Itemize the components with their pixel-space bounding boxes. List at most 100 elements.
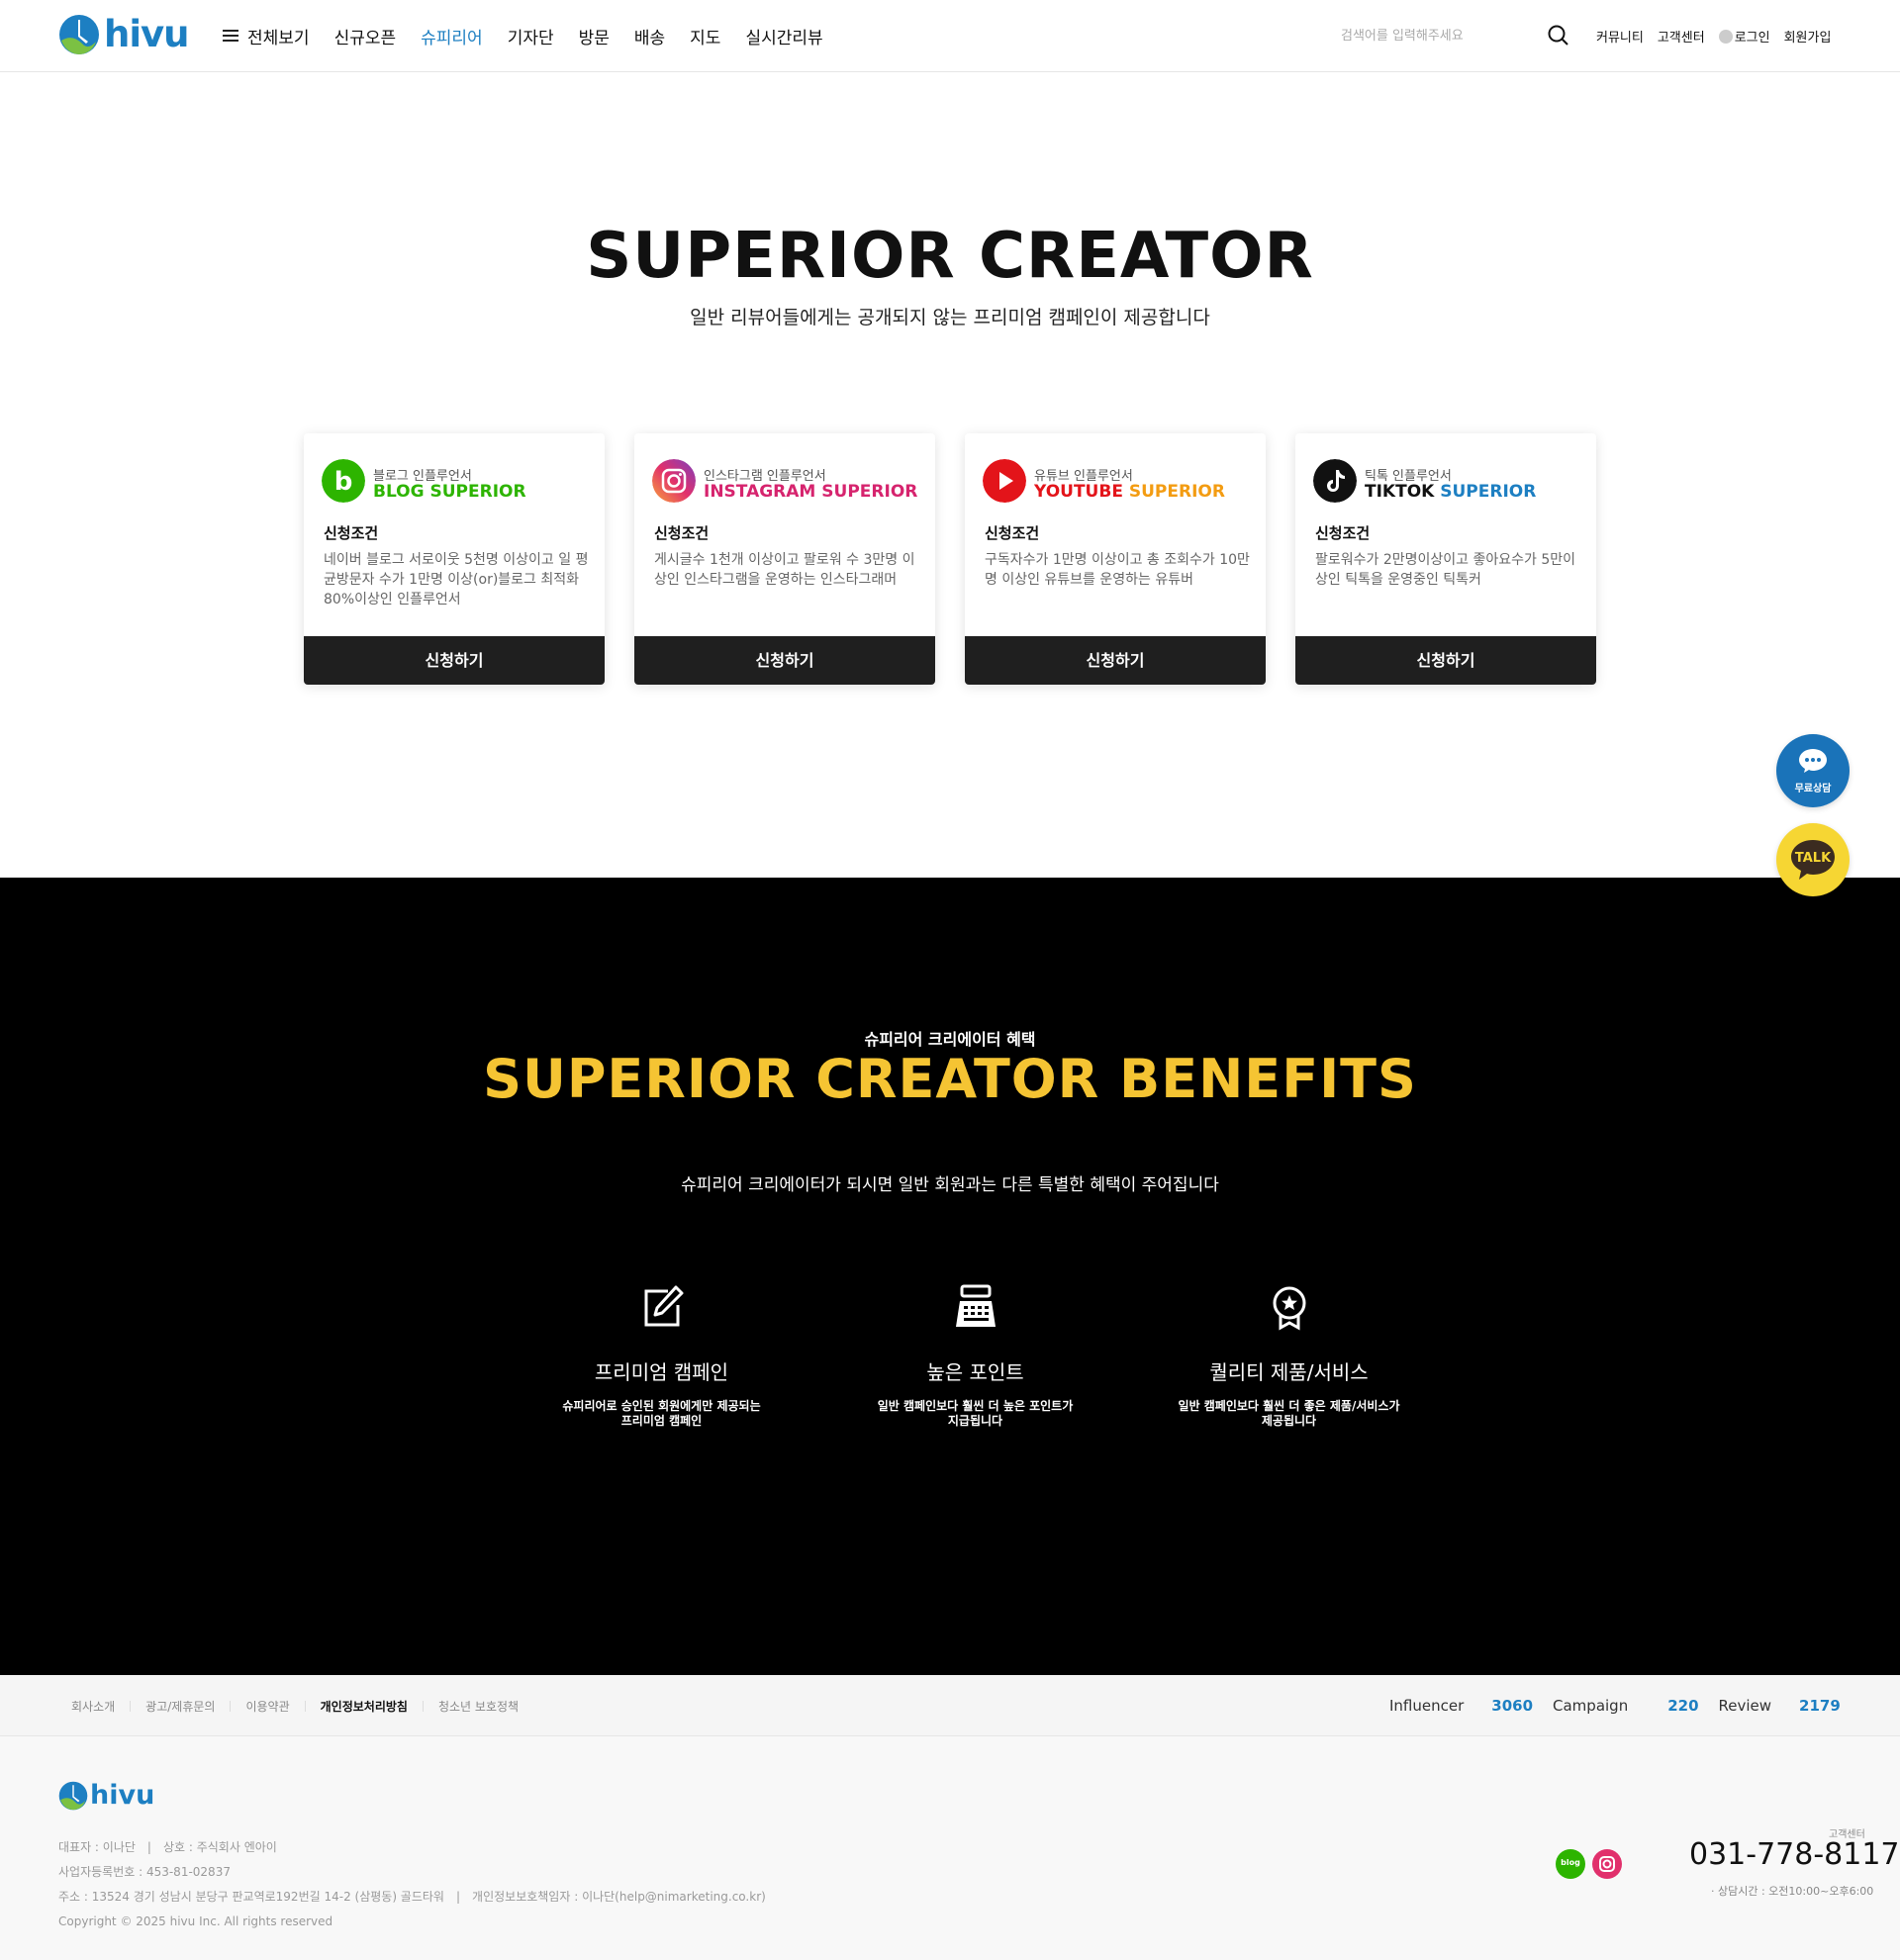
- cash-register-icon: [955, 1284, 996, 1327]
- footer-link-ads[interactable]: 광고/제휴문의: [145, 1698, 215, 1715]
- nav-visit[interactable]: 방문: [579, 24, 610, 48]
- divider: [130, 1700, 132, 1712]
- naver-blog-link[interactable]: blog: [1556, 1849, 1585, 1879]
- stat-influencer-value: 3060: [1491, 1697, 1534, 1715]
- stat-campaign-label: Campaign: [1553, 1697, 1629, 1715]
- instagram-link[interactable]: [1592, 1849, 1622, 1879]
- divider: |: [455, 1890, 461, 1904]
- card-title: TIKTOK SUPERIOR: [1365, 482, 1536, 502]
- card-title-suffix: SUPERIOR: [424, 482, 526, 502]
- nav-superior[interactable]: 슈피리어: [421, 24, 483, 48]
- login-label: 로그인: [1734, 31, 1770, 46]
- card-tiktok: 틱톡 인플루언서 TIKTOK SUPERIOR 신청조건 팔로워수가 2만명이…: [1295, 433, 1596, 685]
- benefit-desc-line: 제공됩니다: [1261, 1414, 1317, 1428]
- footer-logo-text: hivu: [90, 1780, 155, 1811]
- main-nav: 전체보기 신규오픈 슈피리어 기자단 방문 배송 지도 실시간리뷰: [223, 0, 848, 72]
- nav-delivery[interactable]: 배송: [634, 24, 665, 48]
- divider: [230, 1700, 232, 1712]
- footer-link-privacy[interactable]: 개인정보처리방침: [321, 1698, 408, 1715]
- signup-link[interactable]: 회원가입: [1784, 27, 1832, 46]
- logo-icon: [58, 1781, 88, 1810]
- card-instagram: 인스타그램 인플루언서 INSTAGRAM SUPERIOR 신청조건 게시글수…: [634, 433, 935, 685]
- nav-all[interactable]: 전체보기: [223, 24, 310, 48]
- benefits-list: 프리미엄 캠페인 슈피리어로 승인된 회원에게만 제공되는 프리미엄 캠페인 높은…: [505, 1283, 1446, 1429]
- logo-icon: [59, 15, 99, 54]
- apply-button[interactable]: 신청하기: [304, 636, 605, 685]
- hero-title: SUPERIOR CREATOR: [586, 220, 1314, 293]
- business-number: 사업자등록번호 : 453-81-02837: [58, 1865, 231, 1879]
- footer-logo[interactable]: hivu: [58, 1780, 154, 1811]
- login-link[interactable]: 로그인: [1718, 27, 1770, 46]
- benefit-desc-line: 지급됩니다: [947, 1414, 1003, 1428]
- apply-button[interactable]: 신청하기: [634, 636, 935, 685]
- kakao-talk-button[interactable]: TALK: [1776, 823, 1850, 896]
- footer-link-youth[interactable]: 청소년 보호정책: [438, 1698, 519, 1715]
- footer-bar: 회사소개 광고/제휴문의 이용약관 개인정보처리방침 청소년 보호정책 Infl…: [0, 1675, 1900, 1736]
- card-condition-text: 구독자수가 1만명 이상이고 총 조회수가 10만명 이상인 유튜브를 운영하는…: [985, 552, 1250, 588]
- benefit-desc-line: 일반 캠페인보다 훨씬 더 좋은 제품/서비스가: [1178, 1399, 1400, 1413]
- apply-button[interactable]: 신청하기: [1295, 636, 1596, 685]
- benefit-title: 높은 포인트: [926, 1360, 1024, 1384]
- free-consult-button[interactable]: 무료상담: [1776, 734, 1850, 807]
- nav-map[interactable]: 지도: [690, 24, 720, 48]
- search-icon[interactable]: [1547, 24, 1570, 47]
- footer-link-terms[interactable]: 이용약관: [245, 1698, 289, 1715]
- apply-button[interactable]: 신청하기: [965, 636, 1266, 685]
- benefit-desc-line: 프리미엄 캠페인: [620, 1414, 703, 1428]
- card-title-brand: INSTAGRAM: [704, 482, 816, 502]
- nav-new-open[interactable]: 신규오픈: [334, 24, 397, 48]
- card-condition-text: 팔로워수가 2만명이상이고 좋아요수가 5만이상인 틱톡을 운영중인 틱톡커: [1315, 552, 1576, 588]
- site-header: hivu 전체보기 신규오픈 슈피리어 기자단 방문 배송 지도 실시간리뷰 커…: [0, 0, 1900, 72]
- footer-link-about[interactable]: 회사소개: [71, 1698, 115, 1715]
- search-input[interactable]: [1341, 22, 1549, 49]
- benefit-points: 높은 포인트 일반 캠페인보다 훨씬 더 높은 포인트가 지급됩니다: [818, 1283, 1132, 1429]
- stat-influencer-label: Influencer: [1389, 1697, 1465, 1715]
- blog-icon: blog: [1561, 1858, 1580, 1867]
- company-info: 대표자 : 이나단 | 상호 : 주식회사 엔아이 사업자등록번호 : 453-81…: [58, 1835, 766, 1934]
- company-name: 상호 : 주식회사 엔아이: [162, 1840, 277, 1854]
- card-condition-label: 신청조건: [985, 524, 1040, 542]
- benefit-quality: 퀄리티 제품/서비스 일반 캠페인보다 훨씬 더 좋은 제품/서비스가 제공됩니다: [1132, 1283, 1446, 1429]
- stat-campaign-value: 220: [1667, 1697, 1699, 1715]
- card-youtube: 유튜브 인플루언서 YOUTUBE SUPERIOR 신청조건 구독자수가 1만…: [965, 433, 1266, 685]
- menu-icon: [223, 30, 238, 43]
- card-title-suffix: SUPERIOR: [1122, 482, 1225, 502]
- benefit-title: 퀄리티 제품/서비스: [1209, 1360, 1369, 1384]
- card-condition-text: 게시글수 1천개 이상이고 팔로워 수 3만명 이상인 인스타그램을 운영하는 …: [654, 552, 915, 588]
- benefits-section: 슈피리어 크리에이터 혜택 SUPERIOR CREATOR BENEFITS …: [0, 878, 1900, 1675]
- benefit-desc: 일반 캠페인보다 훨씬 더 높은 포인트가 지급됩니다: [818, 1399, 1132, 1429]
- divider: [422, 1700, 424, 1712]
- benefits-subtitle: 슈피리어 크리에이터가 되시면 일반 회원과는 다른 특별한 혜택이 주어집니다: [681, 1175, 1219, 1195]
- ceo: 대표자 : 이나단: [58, 1840, 136, 1854]
- instagram-icon: [1599, 1856, 1615, 1872]
- cs-hours: · 상담시간 : 오전10:00~오후6:00: [1711, 1885, 1874, 1898]
- privacy-officer: 개인정보보호책임자 : 이나단(help@nimarketing.co.kr): [472, 1890, 766, 1904]
- card-title-brand: YOUTUBE: [1034, 482, 1123, 502]
- support-link[interactable]: 고객센터: [1658, 27, 1705, 46]
- logo[interactable]: hivu: [58, 13, 189, 55]
- stat-review-label: Review: [1718, 1697, 1772, 1715]
- community-link[interactable]: 커뮤니티: [1596, 27, 1644, 46]
- benefits-title: SUPERIOR CREATOR BENEFITS: [483, 1048, 1417, 1110]
- divider: [304, 1700, 306, 1712]
- tiktok-icon: [1313, 459, 1357, 503]
- divider: |: [146, 1840, 151, 1854]
- nav-live-review[interactable]: 실시간리뷰: [745, 24, 822, 48]
- cs-phone[interactable]: 031-778-8117: [1689, 1837, 1900, 1872]
- kakao-talk-label: TALK: [1795, 851, 1832, 866]
- free-consult-label: 무료상담: [1794, 784, 1832, 794]
- svg-text:b: b: [334, 467, 353, 497]
- card-condition-text: 네이버 블로그 서로이웃 5천명 이상이고 일 평균방문자 수가 1만명 이상(…: [324, 552, 589, 607]
- logo-text: hivu: [104, 13, 189, 55]
- card-title-brand: BLOG: [373, 482, 425, 502]
- card-title-suffix: SUPERIOR: [815, 482, 918, 502]
- address: 주소 : 13524 경기 성남시 분당구 판교역로192번길 14-2 (삼평…: [58, 1890, 444, 1904]
- benefit-title: 프리미엄 캠페인: [594, 1360, 729, 1384]
- benefits-eyebrow: 슈피리어 크리에이터 혜택: [864, 1030, 1036, 1049]
- award-badge-icon: [1273, 1286, 1305, 1331]
- superior-cards: b 블로그 인플루언서 BLOG SUPERIOR 신청조건 네이버 블로그 서…: [304, 433, 1596, 685]
- nav-reporter[interactable]: 기자단: [508, 24, 554, 48]
- youtube-icon: [983, 459, 1026, 503]
- card-title: INSTAGRAM SUPERIOR: [704, 482, 917, 502]
- card-title: YOUTUBE SUPERIOR: [1034, 482, 1225, 502]
